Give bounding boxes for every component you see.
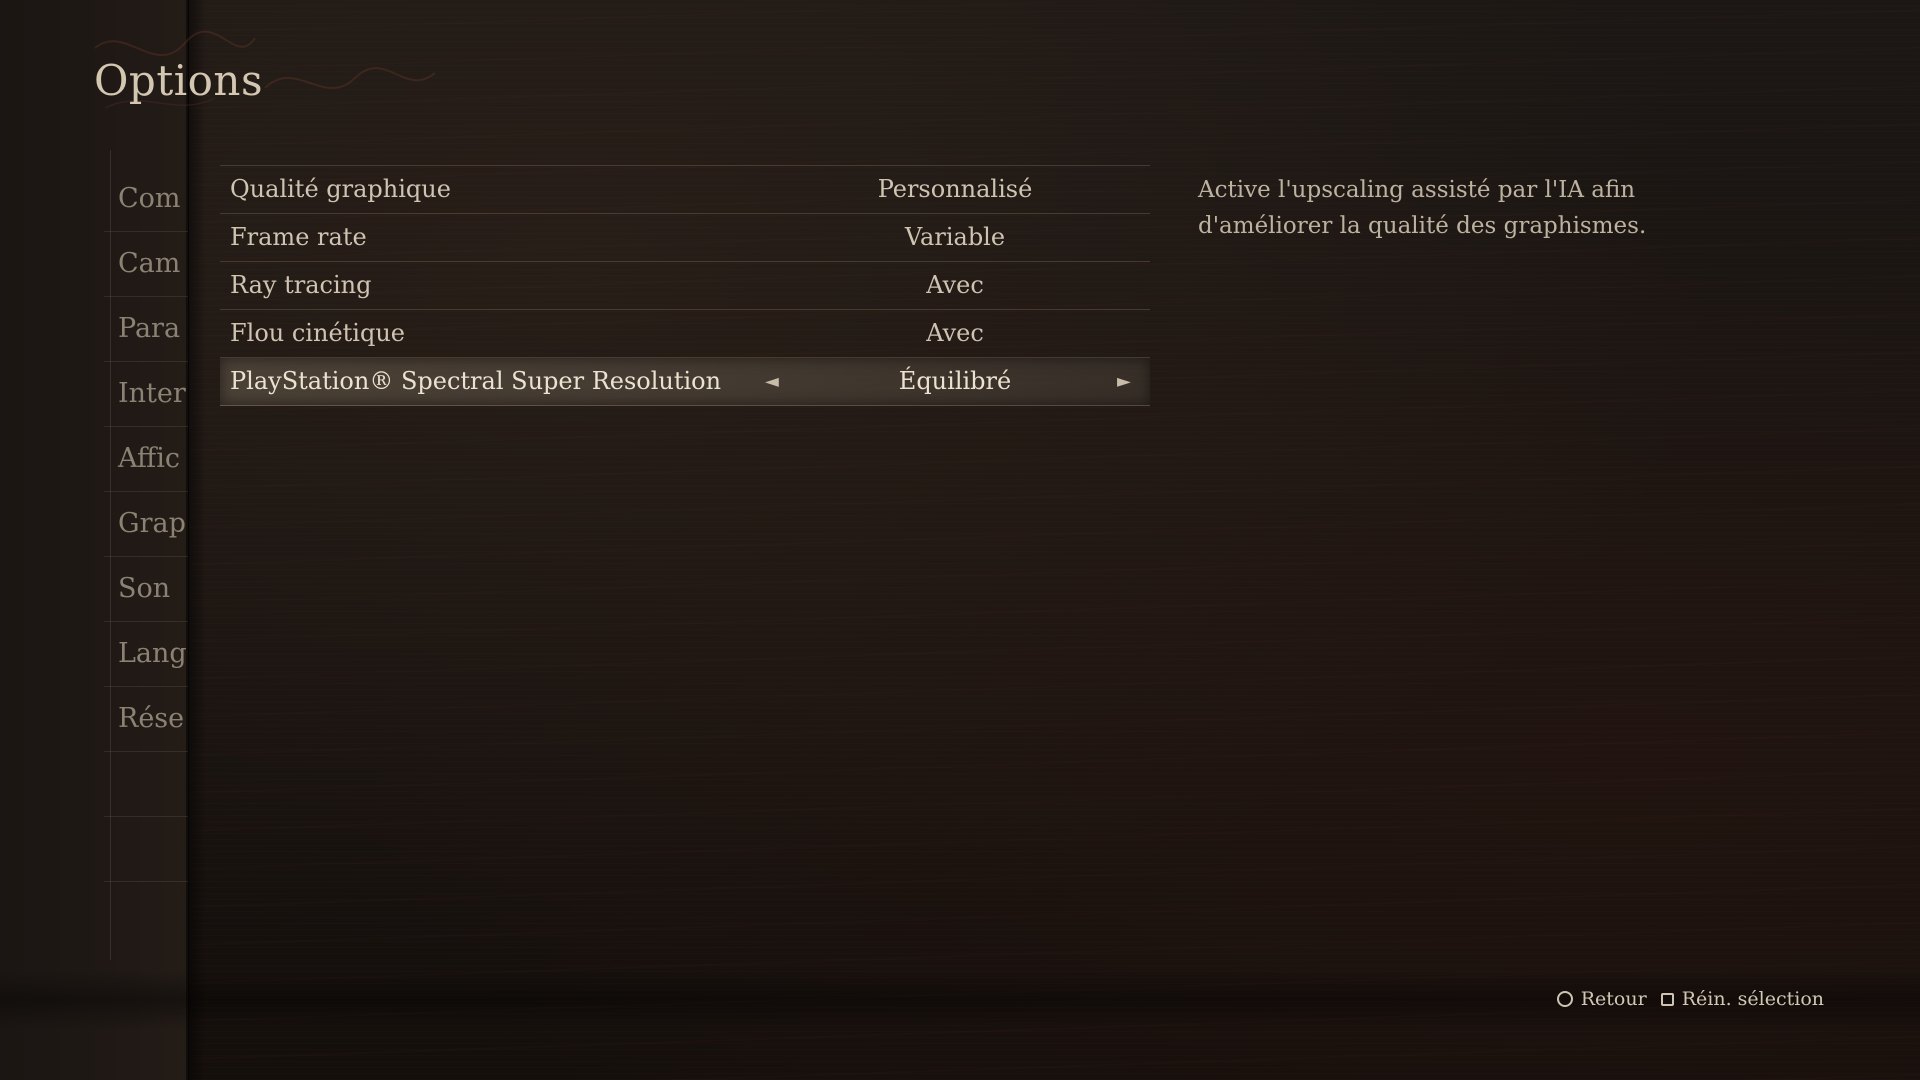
setting-label: PlayStation® Spectral Super Resolution <box>230 367 722 395</box>
sidebar-item-graphismes[interactable]: Grap <box>104 492 188 557</box>
sidebar-item-reseau[interactable]: Rése <box>104 687 188 752</box>
category-list: Com Cam Para Inter Affic Grap Son Lang R… <box>104 167 188 882</box>
back-label: Retour <box>1580 988 1647 1010</box>
setting-row-pssr[interactable]: PlayStation® Spectral Super Resolution ◄… <box>220 358 1150 406</box>
sidebar-item-camera[interactable]: Cam <box>104 232 188 297</box>
setting-value: Équilibré <box>898 367 1012 395</box>
setting-value: Variable <box>904 223 1006 251</box>
reset-hint[interactable]: Réin. sélection <box>1660 988 1824 1010</box>
setting-value: Avec <box>926 271 984 299</box>
sidebar-item-empty <box>104 817 188 882</box>
setting-row-ray-tracing[interactable]: Ray tracing Avec <box>220 262 1150 310</box>
setting-value: Avec <box>926 319 984 347</box>
sidebar-item-empty <box>104 752 188 817</box>
sidebar-item-commandes[interactable]: Com <box>104 167 188 232</box>
settings-list: Qualité graphique Personnalisé Frame rat… <box>220 165 1150 406</box>
setting-label: Frame rate <box>230 223 367 251</box>
arrow-left-icon[interactable]: ◄ <box>765 358 779 405</box>
setting-row-graphics-quality[interactable]: Qualité graphique Personnalisé <box>220 166 1150 214</box>
setting-value: Personnalisé <box>877 175 1033 203</box>
page-title: Options <box>94 56 264 105</box>
square-button-icon <box>1660 992 1674 1006</box>
button-hints: Retour Réin. sélection <box>1556 988 1824 1010</box>
circle-button-icon <box>1556 991 1573 1007</box>
setting-row-frame-rate[interactable]: Frame rate Variable <box>220 214 1150 262</box>
sidebar-item-son[interactable]: Son <box>104 557 188 622</box>
sidebar-shadow <box>186 0 206 1080</box>
sidebar-item-affichage[interactable]: Affic <box>104 427 188 492</box>
setting-label: Ray tracing <box>230 271 372 299</box>
sidebar-item-parametres[interactable]: Para <box>104 297 188 362</box>
sidebar-item-interface[interactable]: Inter <box>104 362 188 427</box>
reset-label: Réin. sélection <box>1681 988 1824 1010</box>
arrow-right-icon[interactable]: ► <box>1117 358 1131 405</box>
setting-description: Active l'upscaling assisté par l'IA afin… <box>1198 177 1647 239</box>
setting-label: Qualité graphique <box>230 175 451 203</box>
setting-label: Flou cinétique <box>230 319 405 347</box>
setting-row-motion-blur[interactable]: Flou cinétique Avec <box>220 310 1150 358</box>
sidebar-item-langue[interactable]: Lang <box>104 622 188 687</box>
back-hint[interactable]: Retour <box>1556 988 1647 1010</box>
